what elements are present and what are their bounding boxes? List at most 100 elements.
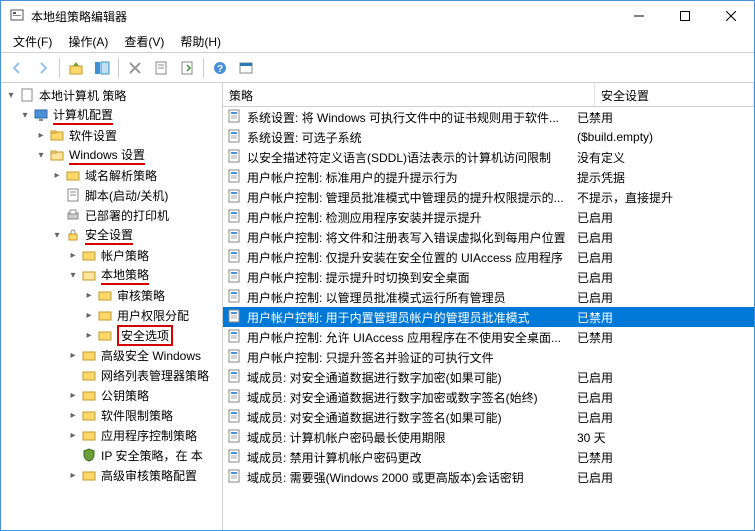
filter-button[interactable] xyxy=(234,56,258,80)
tree-pane[interactable]: ▾ 本地计算机 策略 ▾ 计算机配置 ▸ 软件设置 ▾ Windows 设置 ▸… xyxy=(1,83,223,530)
tree-local-policy[interactable]: ▾ 本地策略 xyxy=(1,265,222,285)
tree-label: 计算机配置 xyxy=(53,106,113,125)
policy-name: 域成员: 禁用计算机帐户密码更改 xyxy=(247,449,422,466)
list-row[interactable]: 以安全描述符定义语言(SDDL)语法表示的计算机访问限制没有定义 xyxy=(223,147,754,167)
tree-root[interactable]: ▾ 本地计算机 策略 xyxy=(1,85,222,105)
tree-audit-policy[interactable]: ▸ 审核策略 xyxy=(1,285,222,305)
policy-icon xyxy=(227,129,243,145)
tree-netlist[interactable]: 网络列表管理器策略 xyxy=(1,365,222,385)
chevron-right-icon[interactable]: ▸ xyxy=(65,430,81,441)
policy-name: 用户帐户控制: 仅提升安装在安全位置的 UIAccess 应用程序 xyxy=(247,249,563,266)
chevron-right-icon[interactable]: ▸ xyxy=(65,470,81,481)
list-row[interactable]: 系统设置: 可选子系统($build.empty) xyxy=(223,127,754,147)
tree-account-policy[interactable]: ▸ 帐户策略 xyxy=(1,245,222,265)
tree-adv-firewall[interactable]: ▸ 高级安全 Windows xyxy=(1,345,222,365)
list-row[interactable]: 用户帐户控制: 允许 UIAccess 应用程序在不使用安全桌面...已禁用 xyxy=(223,327,754,347)
tree-adv-audit[interactable]: ▸ 高级审核策略配置 xyxy=(1,465,222,485)
column-policy[interactable]: 策略 xyxy=(223,83,595,106)
tree-scripts[interactable]: 脚本(启动/关机) xyxy=(1,185,222,205)
policy-name: 域成员: 对安全通道数据进行数字加密(如果可能) xyxy=(247,369,502,386)
tree-label: Windows 设置 xyxy=(69,146,145,165)
tree-label: 软件限制策略 xyxy=(101,407,173,424)
chevron-right-icon[interactable]: ▸ xyxy=(81,290,97,301)
list-row[interactable]: 用户帐户控制: 提示提升时切换到安全桌面已启用 xyxy=(223,267,754,287)
back-button[interactable] xyxy=(5,56,29,80)
tree-label: 公钥策略 xyxy=(101,387,149,404)
chevron-right-icon[interactable]: ▸ xyxy=(49,170,65,181)
policy-value: 不提示，直接提升 xyxy=(571,189,754,206)
chevron-right-icon[interactable]: ▸ xyxy=(33,130,49,141)
policy-name: 域成员: 对安全通道数据进行数字加密或数字签名(始终) xyxy=(247,389,538,406)
policy-value: 已启用 xyxy=(571,269,754,286)
tree-security-options[interactable]: ▸ 安全选项 xyxy=(1,325,222,345)
list-row[interactable]: 域成员: 对安全通道数据进行数字签名(如果可能)已启用 xyxy=(223,407,754,427)
tree-software-settings[interactable]: ▸ 软件设置 xyxy=(1,125,222,145)
list-row[interactable]: 系统设置: 将 Windows 可执行文件中的证书规则用于软件...已禁用 xyxy=(223,107,754,127)
policy-icon xyxy=(227,369,243,385)
list-row[interactable]: 域成员: 需要强(Windows 2000 或更高版本)会话密钥已启用 xyxy=(223,467,754,487)
policy-name: 用户帐户控制: 用于内置管理员帐户的管理员批准模式 xyxy=(247,309,530,326)
up-button[interactable] xyxy=(64,56,88,80)
list-row[interactable]: 用户帐户控制: 只提升签名并验证的可执行文件 xyxy=(223,347,754,367)
policy-icon xyxy=(227,329,243,345)
list-pane[interactable]: 策略 安全设置 系统设置: 将 Windows 可执行文件中的证书规则用于软件.… xyxy=(223,83,754,530)
help-button[interactable]: ? xyxy=(208,56,232,80)
chevron-right-icon[interactable]: ▸ xyxy=(65,410,81,421)
tree-sw-restrict[interactable]: ▸ 软件限制策略 xyxy=(1,405,222,425)
chevron-down-icon[interactable]: ▾ xyxy=(49,230,65,241)
maximize-button[interactable] xyxy=(662,1,708,31)
chevron-right-icon[interactable]: ▸ xyxy=(81,330,97,341)
list-row[interactable]: 用户帐户控制: 以管理员批准模式运行所有管理员已启用 xyxy=(223,287,754,307)
close-button[interactable] xyxy=(708,1,754,31)
tree-computer-config[interactable]: ▾ 计算机配置 xyxy=(1,105,222,125)
menu-action[interactable]: 操作(A) xyxy=(60,31,116,52)
list-row[interactable]: 域成员: 计算机帐户密码最长使用期限30 天 xyxy=(223,427,754,447)
titlebar: 本地组策略编辑器 xyxy=(1,1,754,31)
show-hide-tree-button[interactable] xyxy=(90,56,114,80)
chevron-down-icon[interactable]: ▾ xyxy=(65,270,81,281)
list-row[interactable]: 用户帐户控制: 检测应用程序安装并提示提升已启用 xyxy=(223,207,754,227)
list-row[interactable]: 用户帐户控制: 用于内置管理员帐户的管理员批准模式已禁用 xyxy=(223,307,754,327)
policy-icon xyxy=(227,309,243,325)
minimize-button[interactable] xyxy=(616,1,662,31)
tree-label: 高级安全 Windows xyxy=(101,347,201,364)
tree-label: 本地计算机 策略 xyxy=(39,87,126,104)
list-row[interactable]: 用户帐户控制: 将文件和注册表写入错误虚拟化到每用户位置已启用 xyxy=(223,227,754,247)
folder-icon xyxy=(81,347,97,363)
tree-label: 软件设置 xyxy=(69,127,117,144)
list-row[interactable]: 用户帐户控制: 标准用户的提升提示行为提示凭据 xyxy=(223,167,754,187)
column-setting[interactable]: 安全设置 xyxy=(595,83,754,106)
menu-file[interactable]: 文件(F) xyxy=(5,31,60,52)
tree-ipsec[interactable]: IP 安全策略，在 本 xyxy=(1,445,222,465)
chevron-right-icon[interactable]: ▸ xyxy=(65,350,81,361)
tree-security-settings[interactable]: ▾ 安全设置 xyxy=(1,225,222,245)
menu-help[interactable]: 帮助(H) xyxy=(172,31,229,52)
chevron-right-icon[interactable]: ▸ xyxy=(81,310,97,321)
menu-view[interactable]: 查看(V) xyxy=(116,31,172,52)
tree-pubkey[interactable]: ▸ 公钥策略 xyxy=(1,385,222,405)
chevron-right-icon[interactable]: ▸ xyxy=(65,250,81,261)
chevron-down-icon[interactable]: ▾ xyxy=(33,150,49,161)
tree-windows-settings[interactable]: ▾ Windows 设置 xyxy=(1,145,222,165)
tree-user-rights[interactable]: ▸ 用户权限分配 xyxy=(1,305,222,325)
chevron-right-icon[interactable]: ▸ xyxy=(65,390,81,401)
tree-label: 已部署的打印机 xyxy=(85,207,169,224)
list-row[interactable]: 用户帐户控制: 管理员批准模式中管理员的提升权限提示的...不提示，直接提升 xyxy=(223,187,754,207)
chevron-down-icon[interactable]: ▾ xyxy=(3,90,19,101)
delete-button[interactable] xyxy=(123,56,147,80)
tree-app-control[interactable]: ▸ 应用程序控制策略 xyxy=(1,425,222,445)
tree-dns-policy[interactable]: ▸ 域名解析策略 xyxy=(1,165,222,185)
printer-icon xyxy=(65,207,81,223)
list-row[interactable]: 域成员: 禁用计算机帐户密码更改已禁用 xyxy=(223,447,754,467)
tree-label: 用户权限分配 xyxy=(117,307,189,324)
list-row[interactable]: 域成员: 对安全通道数据进行数字加密(如果可能)已启用 xyxy=(223,367,754,387)
forward-button[interactable] xyxy=(31,56,55,80)
export-button[interactable] xyxy=(175,56,199,80)
tree-label: 脚本(启动/关机) xyxy=(85,187,168,204)
properties-button[interactable] xyxy=(149,56,173,80)
tree-printers[interactable]: 已部署的打印机 xyxy=(1,205,222,225)
list-row[interactable]: 用户帐户控制: 仅提升安装在安全位置的 UIAccess 应用程序已启用 xyxy=(223,247,754,267)
chevron-down-icon[interactable]: ▾ xyxy=(17,110,33,121)
policy-value: 已禁用 xyxy=(571,329,754,346)
list-row[interactable]: 域成员: 对安全通道数据进行数字加密或数字签名(始终)已启用 xyxy=(223,387,754,407)
